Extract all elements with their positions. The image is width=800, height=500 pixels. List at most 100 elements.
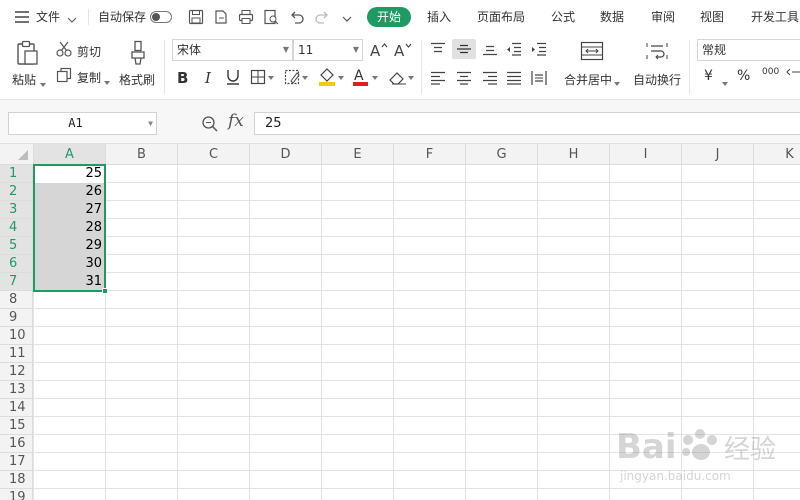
- fill-handle[interactable]: [102, 288, 108, 294]
- copy-button[interactable]: 复制: [77, 69, 101, 86]
- borders-icon[interactable]: [250, 69, 274, 85]
- align-center-icon[interactable]: [456, 71, 472, 85]
- cut-icon[interactable]: [56, 41, 72, 57]
- merge-center-button[interactable]: 合并居中: [564, 71, 612, 88]
- increase-indent-icon[interactable]: [531, 42, 547, 56]
- column-header-h[interactable]: H: [538, 144, 610, 165]
- file-menu[interactable]: 文件: [36, 0, 60, 34]
- decrease-indent-icon[interactable]: [506, 42, 522, 56]
- fill-color-icon[interactable]: [318, 67, 344, 87]
- copy-icon[interactable]: [56, 67, 72, 83]
- fx-label[interactable]: fx: [228, 111, 244, 131]
- print-preview-icon[interactable]: [263, 9, 279, 25]
- format-painter-button[interactable]: 格式刷: [119, 71, 155, 88]
- row-header-11[interactable]: 11: [0, 345, 33, 363]
- distribute-icon[interactable]: [531, 70, 547, 86]
- column-header-k[interactable]: K: [754, 144, 800, 165]
- row-header-17[interactable]: 17: [0, 453, 33, 471]
- cell-a1[interactable]: 25: [34, 165, 105, 183]
- tab-insert[interactable]: 插入: [427, 0, 451, 34]
- paste-dropdown-icon[interactable]: [40, 76, 46, 87]
- font-size-select[interactable]: 11 ▼: [293, 39, 363, 61]
- row-header-7[interactable]: 7: [0, 273, 33, 291]
- column-header-e[interactable]: E: [322, 144, 394, 165]
- cell-a2[interactable]: 26: [34, 183, 105, 201]
- column-header-i[interactable]: I: [610, 144, 682, 165]
- merge-dropdown-icon[interactable]: [614, 75, 620, 86]
- tab-view[interactable]: 视图: [700, 0, 724, 34]
- row-header-10[interactable]: 10: [0, 327, 33, 345]
- align-top-icon[interactable]: [430, 42, 446, 56]
- select-all-corner[interactable]: [0, 144, 34, 165]
- thousands-separator-button[interactable]: 000: [762, 67, 779, 77]
- row-header-13[interactable]: 13: [0, 381, 33, 399]
- column-header-a[interactable]: A: [34, 144, 106, 165]
- currency-dropdown-icon[interactable]: [722, 75, 728, 86]
- print-icon[interactable]: [238, 9, 254, 25]
- cell-a3[interactable]: 27: [34, 201, 105, 219]
- row-header-16[interactable]: 16: [0, 435, 33, 453]
- name-box[interactable]: A1 ▼: [8, 112, 157, 135]
- undo-icon[interactable]: [289, 9, 305, 25]
- decimal-icon[interactable]: [786, 67, 800, 83]
- merge-center-icon[interactable]: [580, 41, 604, 61]
- copy-dropdown-icon[interactable]: [104, 74, 110, 85]
- row-header-4[interactable]: 4: [0, 219, 33, 237]
- wrap-text-button[interactable]: 自动换行: [633, 71, 681, 88]
- tab-page-layout[interactable]: 页面布局: [477, 0, 525, 34]
- customize-quick-access-icon[interactable]: [342, 13, 352, 22]
- wrap-text-icon[interactable]: [646, 41, 668, 61]
- align-left-icon[interactable]: [430, 71, 446, 85]
- column-header-c[interactable]: C: [178, 144, 250, 165]
- cell-style-icon[interactable]: [284, 69, 308, 85]
- row-header-12[interactable]: 12: [0, 363, 33, 381]
- column-header-b[interactable]: B: [106, 144, 178, 165]
- save-icon[interactable]: [188, 9, 204, 25]
- autosave-toggle[interactable]: [150, 11, 172, 23]
- format-painter-icon[interactable]: [129, 40, 147, 66]
- tab-home[interactable]: 开始: [367, 7, 411, 27]
- row-header-15[interactable]: 15: [0, 417, 33, 435]
- column-header-j[interactable]: J: [682, 144, 754, 165]
- row-header-6[interactable]: 6: [0, 255, 33, 273]
- redo-icon[interactable]: [314, 9, 330, 25]
- row-header-19[interactable]: 19: [0, 489, 33, 500]
- tab-data[interactable]: 数据: [600, 0, 624, 34]
- currency-button[interactable]: ¥: [704, 68, 713, 84]
- percent-button[interactable]: %: [737, 68, 750, 84]
- row-header-2[interactable]: 2: [0, 183, 33, 201]
- cell-a7[interactable]: 31: [34, 273, 105, 291]
- spreadsheet-grid[interactable]: ABCDEFGHIJK 1 2 3 4 5 6 7 8 9 10 11 12 13 14 15 16 17 18 1…: [0, 144, 800, 500]
- underline-icon[interactable]: [225, 68, 241, 86]
- increase-font-icon[interactable]: A: [370, 41, 388, 60]
- row-header-14[interactable]: 14: [0, 399, 33, 417]
- italic-icon[interactable]: I: [202, 68, 218, 87]
- cell-a4[interactable]: 28: [34, 219, 105, 237]
- row-header-8[interactable]: 8: [0, 291, 33, 309]
- export-icon[interactable]: [213, 9, 229, 25]
- cell-a6[interactable]: 30: [34, 255, 105, 273]
- row-header-3[interactable]: 3: [0, 201, 33, 219]
- cut-button[interactable]: 剪切: [77, 43, 101, 60]
- bold-icon[interactable]: B: [176, 68, 192, 87]
- font-name-select[interactable]: 宋体 ▼: [172, 39, 293, 61]
- column-header-f[interactable]: F: [394, 144, 466, 165]
- font-color-icon[interactable]: A: [352, 67, 378, 87]
- paste-button[interactable]: 粘贴: [12, 71, 36, 88]
- zoom-search-icon[interactable]: [201, 115, 219, 133]
- hamburger-menu-icon[interactable]: [15, 11, 29, 23]
- chevron-down-icon[interactable]: [67, 13, 77, 23]
- paste-icon[interactable]: [15, 40, 39, 66]
- column-header-d[interactable]: D: [250, 144, 322, 165]
- column-header-g[interactable]: G: [466, 144, 538, 165]
- cell-a5[interactable]: 29: [34, 237, 105, 255]
- tab-review[interactable]: 审阅: [651, 0, 675, 34]
- chevron-down-icon[interactable]: ▼: [148, 113, 153, 134]
- align-right-icon[interactable]: [482, 71, 498, 85]
- row-header-9[interactable]: 9: [0, 309, 33, 327]
- justify-icon[interactable]: [506, 71, 522, 85]
- formula-input[interactable]: 25: [254, 112, 800, 135]
- row-header-1[interactable]: 1: [0, 165, 33, 183]
- align-bottom-icon[interactable]: [482, 42, 498, 56]
- tab-developer[interactable]: 开发工具: [751, 0, 799, 34]
